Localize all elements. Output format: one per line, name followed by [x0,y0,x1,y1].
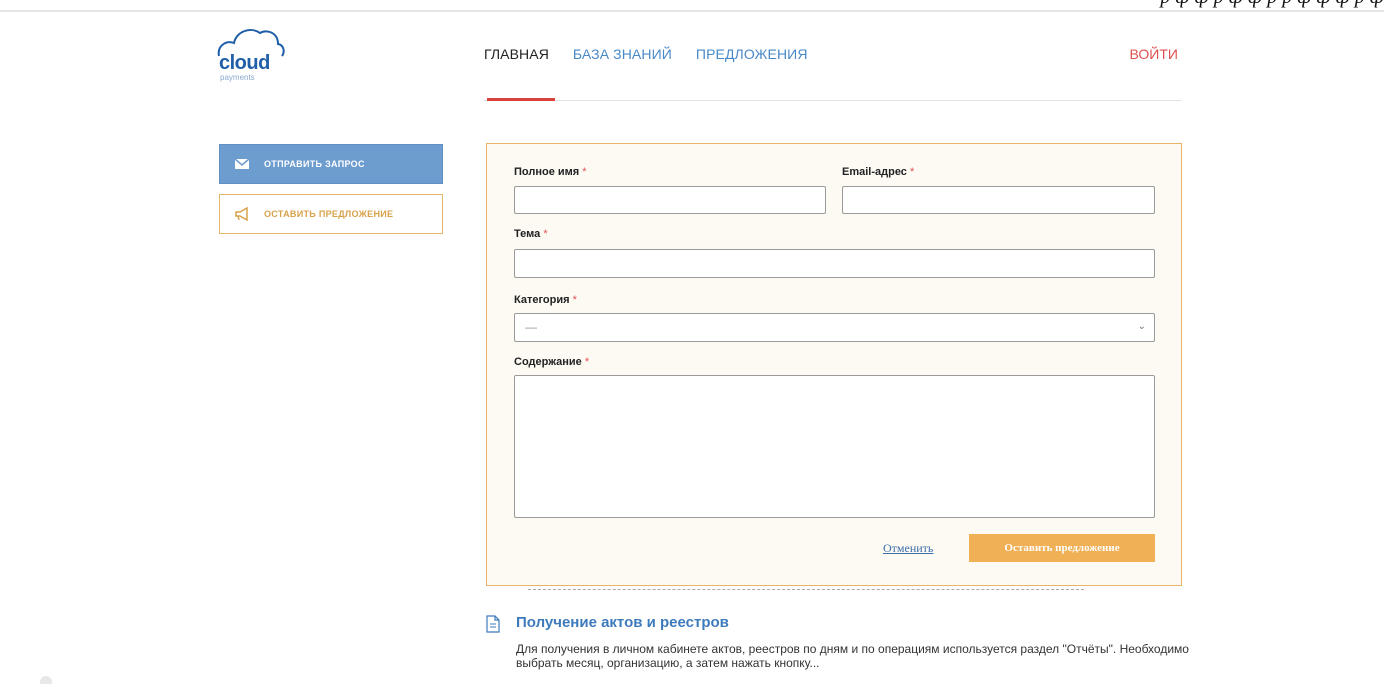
megaphone-icon [234,206,250,222]
login-link[interactable]: ВОЙТИ [1130,46,1178,62]
main-nav: ГЛАВНАЯ БАЗА ЗНАНИЙ ПРЕДЛОЖЕНИЯ [484,46,808,66]
send-request-button[interactable]: ОТПРАВИТЬ ЗАПРОС [219,144,443,184]
leave-suggestion-label: ОСТАВИТЬ ПРЕДЛОЖЕНИЕ [264,209,394,219]
corner-fragment [40,676,52,684]
subject-label: Тема * [514,228,548,240]
nav-item-suggestions[interactable]: ПРЕДЛОЖЕНИЯ [696,46,808,66]
category-label: Категория * [514,294,577,306]
email-label: Email-адрес * [842,166,915,178]
content-textarea[interactable] [514,375,1155,518]
category-select[interactable]: — ⌄ [514,313,1155,342]
article-snippet: Для получения в личном кабинете актов, р… [516,642,1189,670]
nav-item-home[interactable]: ГЛАВНАЯ [484,46,549,66]
envelope-icon [234,157,250,171]
cloudpayments-logo[interactable]: cloud payments [216,24,286,94]
email-field[interactable] [842,186,1155,214]
nav-divider [484,100,1182,101]
category-selected-value: — [525,320,537,334]
document-icon [486,615,500,633]
partially-hidden-text-divider [528,589,1084,590]
nav-active-indicator [487,98,555,101]
submit-suggestion-button[interactable]: Оставить предложение [969,534,1155,562]
subject-field[interactable] [514,249,1155,278]
full-name-field[interactable] [514,186,826,214]
suggestion-form: Полное имя * Email-адрес * Тема * Катего… [486,143,1182,586]
article-title-link[interactable]: Получение актов и реестров [516,614,729,631]
logo-subtitle: payments [220,73,255,82]
top-strip-text: р ф ф р ф ф р р ф ф ф р ф [1160,0,1384,9]
logo-word: cloud [219,52,270,74]
chevron-down-icon: ⌄ [1137,321,1146,332]
top-strip: р ф ф р ф ф р р ф ф ф р ф [0,0,1384,12]
content-label: Содержание * [514,356,590,368]
send-request-label: ОТПРАВИТЬ ЗАПРОС [264,159,365,169]
leave-suggestion-button[interactable]: ОСТАВИТЬ ПРЕДЛОЖЕНИЕ [219,194,443,234]
cancel-link[interactable]: Отменить [883,541,933,556]
full-name-label: Полное имя * [514,166,587,178]
nav-item-knowledge-base[interactable]: БАЗА ЗНАНИЙ [573,46,672,66]
